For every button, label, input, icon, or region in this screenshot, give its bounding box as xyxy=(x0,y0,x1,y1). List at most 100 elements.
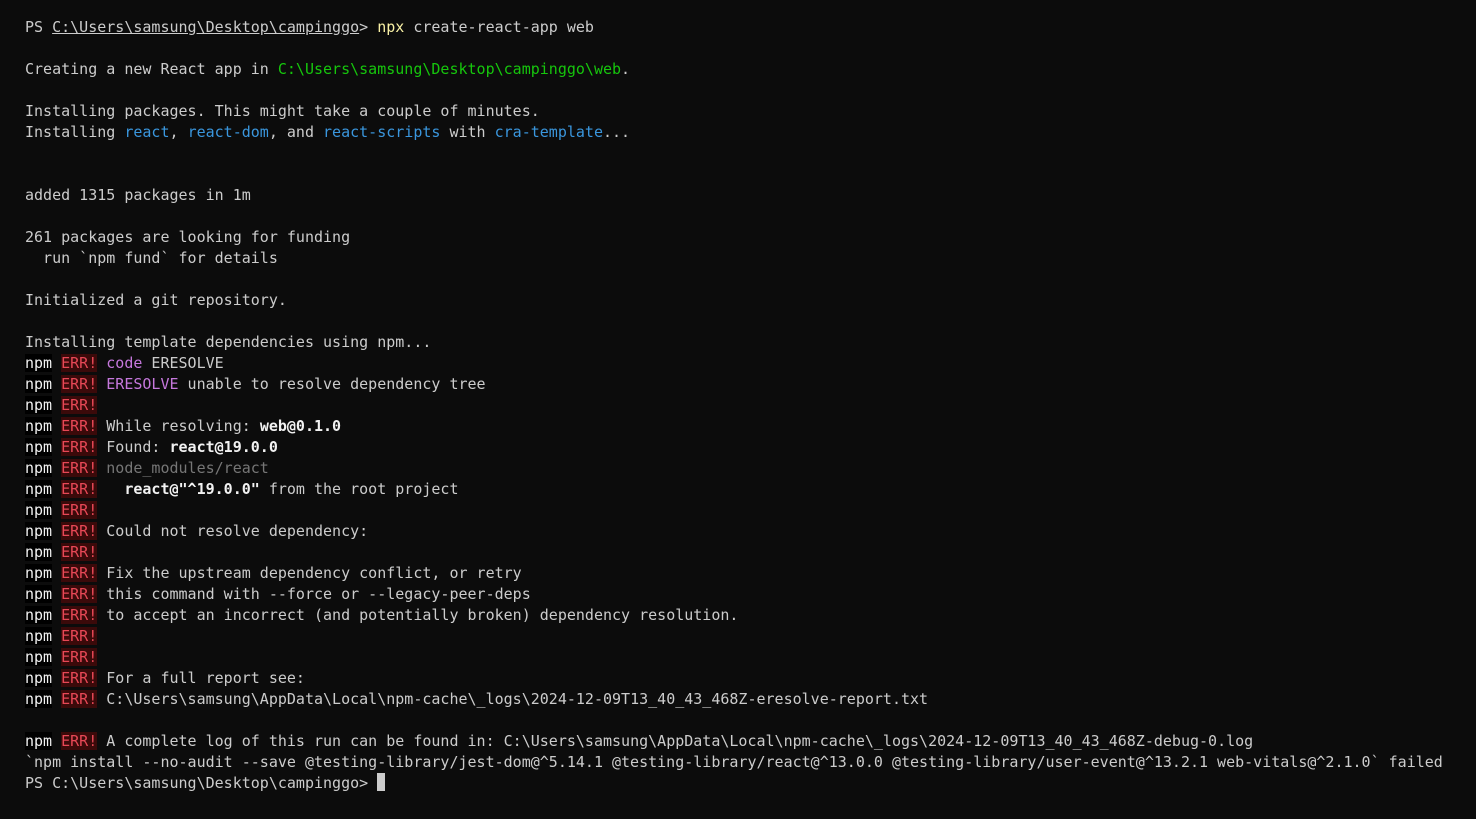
err-label: ERR! xyxy=(61,396,98,414)
npm-err-line: npm ERR! this command with --force or --… xyxy=(25,584,1476,605)
npm-label: npm xyxy=(25,438,53,456)
err-label: ERR! xyxy=(61,438,98,456)
installing-prefix: Installing xyxy=(25,123,125,141)
npm-label: npm xyxy=(25,585,53,603)
installing-packages-line: Installing packages. This might take a c… xyxy=(25,102,540,120)
err-label: ERR! xyxy=(61,564,98,582)
npx-command: npx xyxy=(377,18,405,36)
while-resolving-pkg: web@0.1.0 xyxy=(259,417,342,435)
creating-suffix: . xyxy=(621,60,631,78)
final-prompt: PS C:\Users\samsung\Desktop\campinggo> xyxy=(25,774,378,792)
npm-label: npm xyxy=(25,690,53,708)
text-cursor[interactable] xyxy=(377,773,386,791)
npm-err-line: npm ERR! react@"^19.0.0" from the root p… xyxy=(25,479,1476,500)
err-label: ERR! xyxy=(61,543,98,561)
eresolve-message: unable to resolve dependency tree xyxy=(178,375,486,393)
prompt-suffix: > xyxy=(359,18,378,36)
funding-line: 261 packages are looking for funding xyxy=(25,228,351,246)
npm-label: npm xyxy=(25,459,53,477)
npm-err-line: npm ERR! to accept an incorrect (and pot… xyxy=(25,605,1476,626)
err-code-value: ERESOLVE xyxy=(142,354,224,372)
err-label: ERR! xyxy=(61,501,98,519)
err-label: ERR! xyxy=(61,648,98,666)
complete-log-text: A complete log of this run can be found … xyxy=(106,732,1254,750)
npm-label: npm xyxy=(25,669,53,687)
ellipsis: ... xyxy=(603,123,631,141)
err-label: ERR! xyxy=(61,417,98,435)
separator: , and xyxy=(268,123,324,141)
command-args: create-react-app web xyxy=(404,18,594,36)
report-path: C:\Users\samsung\AppData\Local\npm-cache… xyxy=(106,690,929,708)
npm-err-line: npm ERR! xyxy=(25,500,1476,521)
installing-template-line: Installing template dependencies using n… xyxy=(25,333,432,351)
npm-label: npm xyxy=(25,564,53,582)
this-command-text: this command with --force or --legacy-pe… xyxy=(106,585,531,603)
found-pkg: react@19.0.0 xyxy=(169,438,278,456)
with-word: with xyxy=(440,123,495,141)
npm-label: npm xyxy=(25,354,53,372)
err-label: ERR! xyxy=(61,459,98,477)
node-modules-path: node_modules/react xyxy=(106,459,269,477)
could-not-resolve-text: Could not resolve dependency: xyxy=(106,522,369,540)
npm-err-line: npm ERR! C:\Users\samsung\AppData\Local\… xyxy=(25,689,1476,710)
npm-err-line: npm ERR! Fix the upstream dependency con… xyxy=(25,563,1476,584)
err-label: ERR! xyxy=(61,354,98,372)
err-label: ERR! xyxy=(61,480,98,498)
err-label: ERR! xyxy=(61,690,98,708)
to-accept-text: to accept an incorrect (and potentially … xyxy=(106,606,739,624)
react-range-pkg: react@"^19.0.0" xyxy=(106,480,260,498)
npm-err-line: npm ERR! xyxy=(25,647,1476,668)
npm-label: npm xyxy=(25,543,53,561)
separator: , xyxy=(169,123,188,141)
creating-prefix: Creating a new React app in xyxy=(25,60,278,78)
npm-label: npm xyxy=(25,480,53,498)
npm-err-line: npm ERR! code ERESOLVE xyxy=(25,353,1476,374)
npm-err-line: npm ERR! node_modules/react xyxy=(25,458,1476,479)
npm-label: npm xyxy=(25,606,53,624)
npm-err-line: npm ERR! Could not resolve dependency: xyxy=(25,521,1476,542)
npm-label: npm xyxy=(25,396,53,414)
react-range-msg: from the root project xyxy=(259,480,459,498)
npm-label: npm xyxy=(25,417,53,435)
pkg-react-scripts: react-scripts xyxy=(323,123,441,141)
pkg-cra-template: cra-template xyxy=(494,123,603,141)
npm-label: npm xyxy=(25,648,53,666)
err-label: ERR! xyxy=(61,585,98,603)
npm-err-line: npm ERR! ERESOLVE unable to resolve depe… xyxy=(25,374,1476,395)
creating-path: C:\Users\samsung\Desktop\campinggo\web xyxy=(277,60,622,78)
terminal-window[interactable]: PS C:\Users\samsung\Desktop\campinggo> n… xyxy=(0,0,1476,819)
npm-label: npm xyxy=(25,522,53,540)
git-init-line: Initialized a git repository. xyxy=(25,291,287,309)
npm-label: npm xyxy=(25,501,53,519)
prompt-path: C:\Users\samsung\Desktop\campinggo xyxy=(52,18,360,36)
err-label: ERR! xyxy=(61,522,98,540)
npm-label: npm xyxy=(25,732,53,750)
err-label: ERR! xyxy=(61,375,98,393)
npm-label: npm xyxy=(25,627,53,645)
npm-err-line: npm ERR! While resolving: web@0.1.0 xyxy=(25,416,1476,437)
fix-upstream-text: Fix the upstream dependency conflict, or… xyxy=(106,564,522,582)
npm-err-line: npm ERR! xyxy=(25,626,1476,647)
err-label: ERR! xyxy=(61,606,98,624)
full-report-text: For a full report see: xyxy=(106,669,305,687)
failed-command-line: `npm install --no-audit --save @testing-… xyxy=(25,753,1443,771)
npm-err-line: npm ERR! A complete log of this run can … xyxy=(25,731,1476,752)
err-label: ERR! xyxy=(61,732,98,750)
while-resolving-text: While resolving: xyxy=(106,417,260,435)
err-label: ERR! xyxy=(61,627,98,645)
prompt-prefix: PS xyxy=(25,18,53,36)
err-code-label: code xyxy=(106,354,143,372)
added-packages-line: added 1315 packages in 1m xyxy=(25,186,251,204)
npm-err-line: npm ERR! xyxy=(25,542,1476,563)
pkg-react: react xyxy=(124,123,170,141)
final-prompt-line[interactable]: PS C:\Users\samsung\Desktop\campinggo> xyxy=(25,773,1476,794)
npm-err-line: npm ERR! xyxy=(25,395,1476,416)
